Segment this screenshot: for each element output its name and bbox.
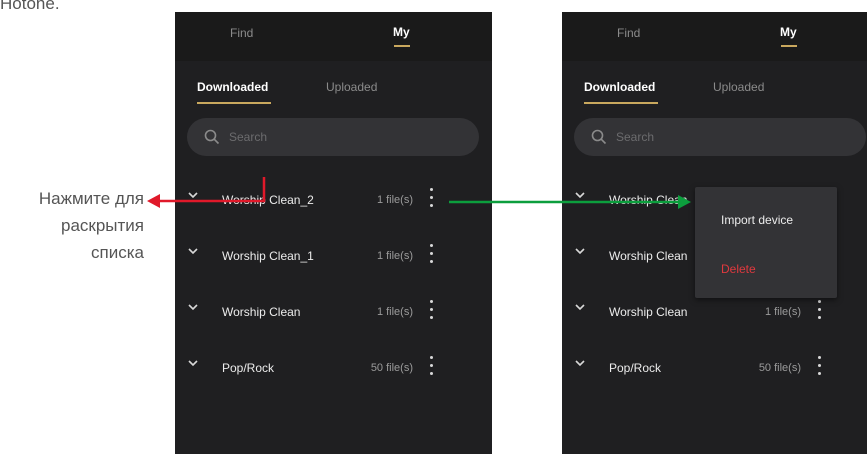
annotation-arrows (147, 177, 691, 209)
green-arrowhead (678, 195, 691, 209)
red-arrowhead (147, 194, 160, 208)
red-arrow (158, 177, 266, 203)
